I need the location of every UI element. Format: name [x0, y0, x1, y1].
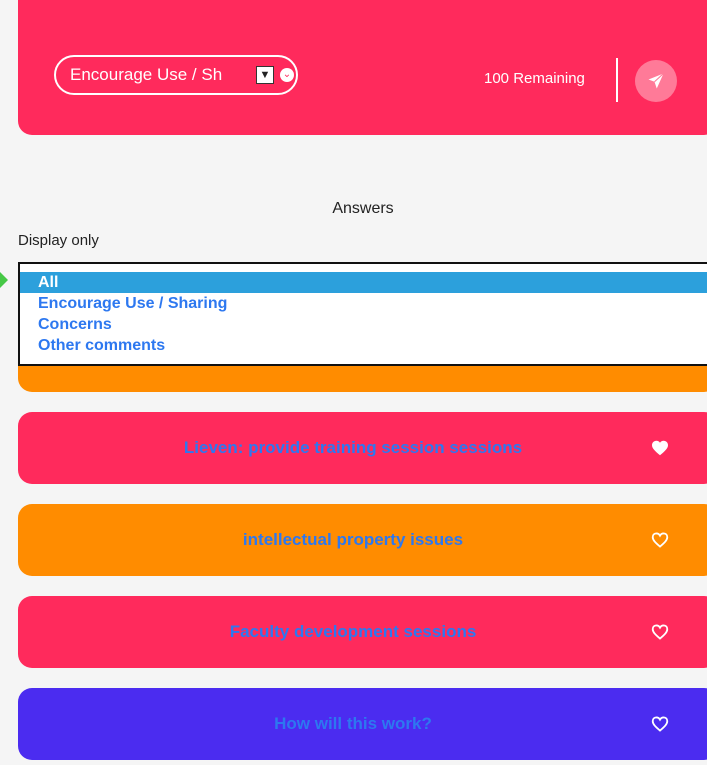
answer-card[interactable]: Faculty development sessions — [18, 596, 707, 668]
answer-text: Lieven: provide training session session… — [183, 438, 523, 457]
category-select-value: Encourage Use / Sh — [70, 65, 223, 84]
answer-text: Faculty development sessions — [229, 622, 477, 641]
pointer-marker-icon — [0, 272, 8, 288]
like-heart-outline-icon[interactable] — [650, 622, 670, 642]
like-heart-filled-icon[interactable] — [650, 438, 670, 458]
filter-option-encourage[interactable]: Encourage Use / Sharing — [20, 293, 707, 314]
header-divider — [616, 58, 618, 102]
remaining-count: 100 Remaining — [484, 70, 585, 87]
answer-text: How will this work? — [274, 714, 432, 733]
paper-plane-icon — [648, 73, 664, 89]
filter-option-other[interactable]: Other comments — [20, 335, 707, 356]
answer-card[interactable]: Lieven: provide training session session… — [18, 412, 707, 484]
answer-card[interactable]: intellectual property issues — [18, 504, 707, 576]
header-bar: Encourage Use / Sh ▼ ⌄ 100 Remaining — [18, 0, 707, 135]
chevron-down-icon: ⌄ — [280, 68, 294, 82]
display-only-label: Display only — [18, 232, 99, 249]
like-heart-outline-icon[interactable] — [650, 530, 670, 550]
answer-text: intellectual property issues — [242, 530, 464, 549]
filter-option-concerns[interactable]: Concerns — [20, 314, 707, 335]
display-filter-listbox[interactable]: All Encourage Use / Sharing Concerns Oth… — [18, 262, 707, 366]
send-button[interactable] — [635, 60, 677, 102]
answers-title: Answers — [332, 200, 394, 217]
native-dropdown-icon[interactable]: ▼ — [256, 66, 274, 84]
like-heart-outline-icon[interactable] — [650, 714, 670, 734]
answer-card[interactable]: How will this work? — [18, 688, 707, 760]
category-select[interactable]: Encourage Use / Sh ▼ ⌄ — [54, 55, 298, 95]
filter-option-all[interactable]: All — [20, 272, 707, 293]
